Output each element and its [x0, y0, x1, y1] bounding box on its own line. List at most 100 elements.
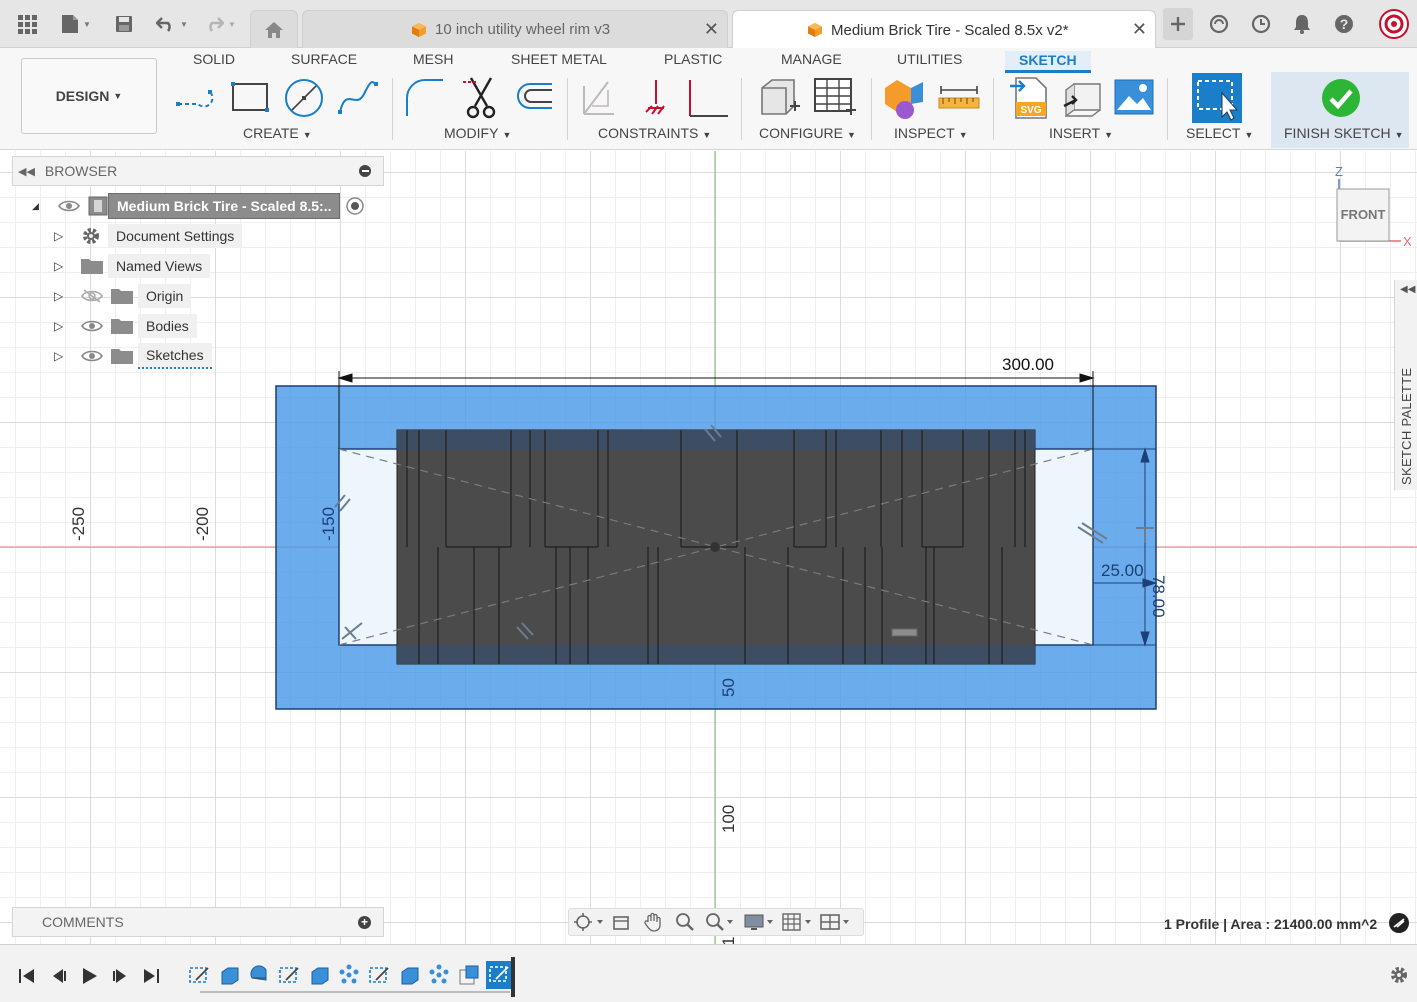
timeline-marker[interactable]: [511, 957, 515, 997]
viewports-icon[interactable]: [819, 912, 851, 932]
insert-mesh-icon[interactable]: [1060, 76, 1104, 120]
home-icon[interactable]: [250, 10, 298, 48]
eye-icon[interactable]: [80, 319, 104, 333]
tree-root[interactable]: ◢ Medium Brick Tire - Scaled 8.5:..: [32, 193, 366, 219]
tree-item-document-settings[interactable]: ▷ Document Settings: [54, 223, 243, 249]
finish-sketch-button[interactable]: FINISH SKETCH ▼: [1271, 72, 1409, 148]
timeline-sketch-icon[interactable]: [188, 964, 210, 986]
canvas-image-icon[interactable]: [1113, 76, 1157, 120]
eye-icon[interactable]: [58, 199, 80, 213]
zoom-window-icon[interactable]: [705, 912, 735, 932]
select-icon[interactable]: [1192, 73, 1242, 123]
document-tab-rim[interactable]: 10 inch utility wheel rim v3 ✕: [302, 10, 728, 48]
eye-hidden-icon[interactable]: [80, 289, 104, 303]
tree-item-origin[interactable]: ▷ Origin: [54, 283, 192, 309]
offset-tool-icon[interactable]: [512, 76, 556, 120]
help-icon[interactable]: ?: [1332, 8, 1356, 40]
tree-item-bodies[interactable]: ▷ Bodies: [54, 313, 197, 339]
fix-constraint-icon[interactable]: [634, 76, 678, 120]
width-dimension-label[interactable]: 300.00: [1002, 355, 1054, 374]
timeline-pattern-icon[interactable]: [428, 964, 450, 986]
line-tool-icon[interactable]: [176, 76, 220, 120]
modify-menu[interactable]: MODIFY ▼: [444, 125, 511, 141]
trim-tool-icon[interactable]: [459, 76, 503, 120]
configure-table-icon[interactable]: [812, 76, 856, 120]
tab-sketch[interactable]: SKETCH: [1005, 51, 1091, 73]
horizontal-constraint-icon[interactable]: [686, 76, 730, 120]
select-menu[interactable]: SELECT ▼: [1186, 125, 1253, 141]
job-status-icon[interactable]: [1249, 8, 1273, 40]
tab-surface[interactable]: SURFACE: [291, 51, 357, 73]
circle-tool-icon[interactable]: [282, 76, 326, 120]
go-to-end-icon[interactable]: [142, 967, 160, 985]
parameters-icon[interactable]: [756, 76, 800, 120]
tab-manage[interactable]: MANAGE: [781, 51, 842, 73]
offset-dimension-label[interactable]: 25.00: [1101, 561, 1144, 580]
sketch-palette-tab[interactable]: ◀◀ SKETCH PALETTE: [1394, 280, 1417, 490]
timeline-revolve-icon[interactable]: [248, 964, 270, 986]
spline-tool-icon[interactable]: [336, 76, 380, 120]
close-icon[interactable]: ✕: [1132, 19, 1147, 40]
tab-sheet-metal[interactable]: SHEET METAL: [511, 51, 607, 73]
timeline-active-sketch-icon[interactable]: [486, 961, 512, 989]
root-component-label[interactable]: Medium Brick Tire - Scaled 8.5:..: [108, 193, 341, 219]
zoom-icon[interactable]: [675, 912, 695, 932]
tab-mesh[interactable]: MESH: [413, 51, 453, 73]
rectangle-tool-icon[interactable]: [229, 76, 273, 120]
timeline-extrude-icon[interactable]: [398, 964, 420, 986]
view-cube[interactable]: Z X FRONT: [1325, 163, 1415, 253]
timeline-pattern-icon[interactable]: [338, 964, 360, 986]
activate-radio-icon[interactable]: [344, 195, 366, 217]
close-icon[interactable]: ✕: [704, 19, 719, 40]
extensions-icon[interactable]: [1207, 8, 1231, 40]
eye-icon[interactable]: [80, 349, 104, 363]
play-icon[interactable]: [80, 967, 98, 985]
measure-icon[interactable]: [937, 76, 981, 120]
timeline-extrude-icon[interactable]: [218, 964, 240, 986]
inspect-menu[interactable]: INSPECT ▼: [894, 125, 968, 141]
step-back-icon[interactable]: [50, 967, 68, 985]
comments-panel[interactable]: COMMENTS +: [12, 907, 384, 937]
file-icon[interactable]: ▼: [56, 8, 96, 40]
orbit-icon[interactable]: [573, 912, 605, 932]
collapse-icon[interactable]: ◀◀: [18, 165, 35, 178]
tab-utilities[interactable]: UTILITIES: [897, 51, 962, 73]
expand-palette-icon[interactable]: ◀◀: [1400, 284, 1415, 295]
feedback-icon[interactable]: [1388, 912, 1410, 934]
save-icon[interactable]: [112, 8, 136, 40]
grid-icon[interactable]: [14, 8, 40, 40]
insert-menu[interactable]: INSERT ▼: [1049, 125, 1113, 141]
redo-icon[interactable]: ▼: [200, 8, 240, 40]
tab-solid[interactable]: SOLID: [193, 51, 235, 73]
undo-icon[interactable]: ▼: [152, 8, 192, 40]
collapse-triangle-icon[interactable]: ◢: [32, 201, 50, 212]
view-cube-face[interactable]: FRONT: [1341, 207, 1386, 222]
height-dimension-label[interactable]: 78.00: [1149, 575, 1168, 618]
constraints-menu[interactable]: CONSTRAINTS ▼: [598, 125, 711, 141]
origin-point[interactable]: [710, 542, 720, 552]
tree-item-sketches[interactable]: ▷ Sketches: [54, 343, 212, 369]
shapes-inspect-icon[interactable]: [883, 76, 927, 120]
timeline-sketch-icon[interactable]: [368, 964, 390, 986]
pan-hand-icon[interactable]: [643, 912, 663, 932]
display-settings-icon[interactable]: [743, 912, 775, 932]
step-forward-icon[interactable]: [111, 967, 129, 985]
expand-triangle-icon[interactable]: ▷: [54, 319, 80, 333]
avatar[interactable]: [1378, 8, 1410, 40]
minimize-icon[interactable]: [359, 165, 371, 177]
bell-icon[interactable]: [1290, 8, 1314, 40]
expand-triangle-icon[interactable]: ▷: [54, 289, 80, 303]
expand-triangle-icon[interactable]: ▷: [54, 259, 80, 273]
timeline-extrude-icon[interactable]: [308, 964, 330, 986]
tree-item-named-views[interactable]: ▷ Named Views: [54, 253, 211, 279]
expand-triangle-icon[interactable]: ▷: [54, 349, 80, 363]
timeline-canvas-icon[interactable]: [458, 964, 480, 986]
look-at-icon[interactable]: [611, 912, 631, 932]
workspace-switcher[interactable]: DESIGN ▼: [21, 58, 157, 134]
add-comment-icon[interactable]: +: [358, 916, 371, 929]
create-menu[interactable]: CREATE ▼: [243, 125, 312, 141]
constraint-icon[interactable]: [578, 76, 622, 120]
document-tab-tire[interactable]: Medium Brick Tire - Scaled 8.5x v2* ✕: [732, 10, 1156, 49]
timeline-sketch-icon[interactable]: [278, 964, 300, 986]
grid-settings-icon[interactable]: [781, 912, 813, 932]
